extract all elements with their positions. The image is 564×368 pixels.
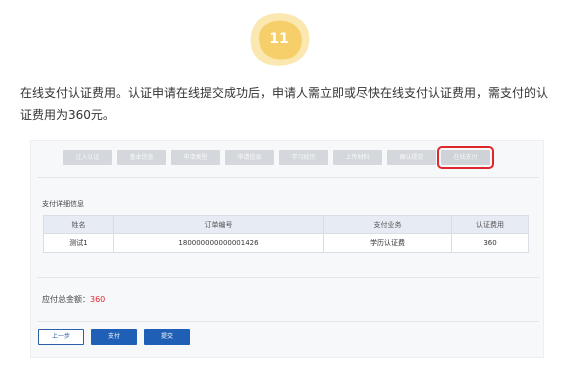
wizard-step[interactable]: 基本信息 <box>117 150 166 165</box>
wizard-step[interactable]: 申请类型 <box>171 150 220 165</box>
column-header: 认证费用 <box>451 215 529 234</box>
payment-detail-title: 支付详细信息 <box>42 200 84 208</box>
submit-button[interactable]: 提交 <box>144 329 190 345</box>
instruction-text: 在线支付认证费用。认证申请在线提交成功后，申请人需立即或尽快在线支付认证费用，需… <box>20 86 549 122</box>
wizard-step[interactable]: 申请信息 <box>225 150 274 165</box>
table-cell: 360 <box>451 233 529 253</box>
payment-page-screenshot: 注入认证 基本信息 申请类型 申请信息 学习经历 上传材料 确认提交 在线支付 … <box>30 140 544 358</box>
table-header-row: 姓名 订单编号 支付业务 认证费用 <box>43 215 529 234</box>
column-header: 支付业务 <box>323 215 452 234</box>
wizard-step-online-payment[interactable]: 在线支付 <box>437 146 494 169</box>
step-number: 11 <box>269 31 289 47</box>
wizard-step[interactable]: 学习经历 <box>279 150 328 165</box>
table-cell: 180000000000001426 <box>113 233 324 253</box>
total-value: 360 <box>90 295 106 304</box>
wizard-steps: 注入认证 基本信息 申请类型 申请信息 学习经历 上传材料 确认提交 在线支付 <box>63 146 494 169</box>
table-cell: 测试1 <box>43 233 114 253</box>
column-header: 订单编号 <box>113 215 324 234</box>
step-number-badge: 11 <box>247 12 311 68</box>
payment-detail-table: 姓名 订单编号 支付业务 认证费用 测试1 180000000000001426… <box>43 215 529 253</box>
pay-button[interactable]: 支付 <box>91 329 137 345</box>
divider <box>37 277 539 278</box>
prev-step-button[interactable]: 上一步 <box>38 329 84 345</box>
divider <box>37 321 539 322</box>
wizard-step[interactable]: 上传材料 <box>333 150 382 165</box>
divider <box>37 177 539 178</box>
total-amount: 应付总金额：360 <box>42 294 105 305</box>
table-cell: 学历认证费 <box>323 233 452 253</box>
table-row: 测试1 180000000000001426 学历认证费 360 <box>43 233 529 253</box>
wizard-step[interactable]: 确认提交 <box>387 150 436 165</box>
column-header: 姓名 <box>43 215 114 234</box>
wizard-step[interactable]: 注入认证 <box>63 150 112 165</box>
total-label: 应付总金额： <box>42 295 90 304</box>
